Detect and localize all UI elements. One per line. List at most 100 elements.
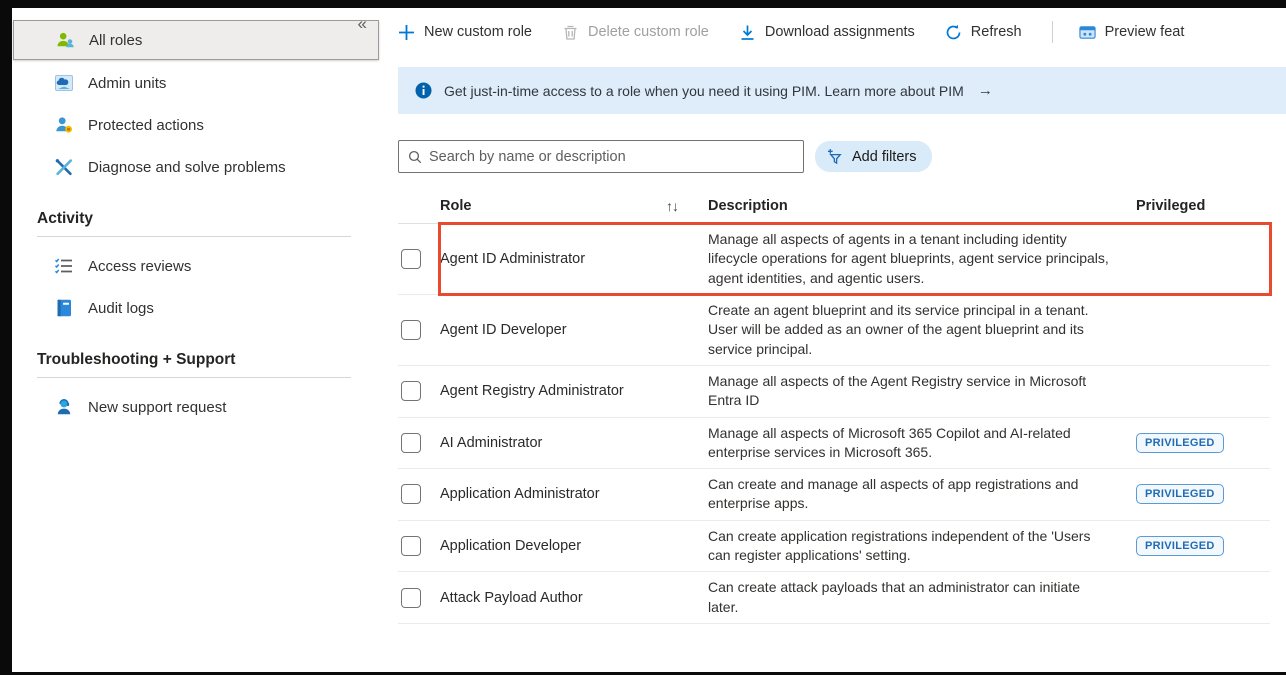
privileged-cell: PRIVILEGED: [1136, 433, 1270, 453]
trash-icon: [562, 24, 579, 41]
roles-icon: [55, 30, 75, 50]
add-filters-label: Add filters: [852, 149, 916, 165]
sidebar: « All roles Admin units Protected actions D…: [12, 8, 387, 672]
new-custom-role-label: New custom role: [424, 24, 532, 40]
plus-icon: [398, 24, 415, 41]
access-reviews-icon: [54, 256, 74, 276]
row-checkbox[interactable]: [401, 536, 421, 556]
table-row: Attack Payload AuthorCan create attack p…: [398, 572, 1270, 624]
new-custom-role-button[interactable]: New custom role: [398, 24, 532, 41]
row-checkbox[interactable]: [401, 484, 421, 504]
role-name-cell[interactable]: Agent ID Developer: [440, 322, 708, 338]
add-filter-icon: [827, 148, 844, 165]
table-row: Application DeveloperCan create applicat…: [398, 521, 1270, 573]
role-description-cell: Manage all aspects of the Agent Registry…: [708, 372, 1136, 411]
role-name-cell[interactable]: Agent Registry Administrator: [440, 383, 708, 399]
sidebar-item-diagnose-and-solve-problems[interactable]: Diagnose and solve problems: [12, 146, 387, 188]
section-divider: [37, 236, 351, 237]
row-checkbox[interactable]: [401, 588, 421, 608]
row-checkbox-cell: [398, 295, 440, 365]
sidebar-item-label: Protected actions: [88, 117, 204, 134]
role-name-cell[interactable]: Application Developer: [440, 538, 708, 554]
column-header-role[interactable]: Role: [440, 198, 666, 214]
support-icon: [54, 397, 74, 417]
column-header-privileged[interactable]: Privileged: [1136, 198, 1270, 214]
sidebar-item-access-reviews[interactable]: Access reviews: [12, 245, 387, 287]
privileged-header-label: Privileged: [1136, 198, 1205, 214]
row-content: Attack Payload AuthorCan create attack p…: [440, 572, 1270, 623]
preview-features-button[interactable]: Preview feat: [1079, 24, 1185, 41]
row-checkbox[interactable]: [401, 433, 421, 453]
sidebar-section-troubleshooting-support: Troubleshooting + Support: [12, 329, 387, 377]
row-checkbox-cell: [398, 469, 440, 520]
row-checkbox[interactable]: [401, 320, 421, 340]
search-box: [398, 140, 804, 173]
search-icon: [408, 150, 422, 164]
role-name-cell[interactable]: Attack Payload Author: [440, 590, 708, 606]
table-row: Agent ID DeveloperCreate an agent bluepr…: [398, 295, 1270, 366]
role-header-label: Role: [440, 198, 471, 214]
delete-custom-role-label: Delete custom role: [588, 24, 709, 40]
diagnose-icon: [54, 157, 74, 177]
row-checkbox-cell: [398, 521, 440, 572]
toolbar-separator: [1052, 21, 1053, 43]
sort-icon[interactable]: ↑↓: [666, 198, 708, 214]
role-name-cell[interactable]: Agent ID Administrator: [440, 251, 708, 267]
privileged-badge: PRIVILEGED: [1136, 484, 1224, 504]
protected-actions-icon: [54, 115, 74, 135]
row-content: Agent ID DeveloperCreate an agent bluepr…: [440, 295, 1270, 365]
row-checkbox[interactable]: [401, 249, 421, 269]
app-window: « All roles Admin units Protected actions D…: [12, 8, 1286, 672]
sidebar-item-audit-logs[interactable]: Audit logs: [12, 287, 387, 329]
role-description-cell: Can create attack payloads that an admin…: [708, 578, 1136, 617]
role-name-cell[interactable]: Application Administrator: [440, 486, 708, 502]
pim-banner-text: Get just-in-time access to a role when y…: [444, 83, 964, 99]
sidebar-item-protected-actions[interactable]: Protected actions: [12, 104, 387, 146]
column-header-description[interactable]: Description: [708, 198, 1136, 214]
description-header-label: Description: [708, 198, 788, 214]
privileged-cell: PRIVILEGED: [1136, 484, 1270, 504]
delete-custom-role-button[interactable]: Delete custom role: [562, 24, 709, 41]
pim-info-banner: Get just-in-time access to a role when y…: [398, 67, 1286, 114]
table-row: Application AdministratorCan create and …: [398, 469, 1270, 521]
highlight-box: Agent ID AdministratorManage all aspects…: [440, 224, 1270, 294]
row-content: Application AdministratorCan create and …: [440, 469, 1270, 520]
row-checkbox-cell: [398, 418, 440, 469]
privileged-badge: PRIVILEGED: [1136, 433, 1224, 453]
filter-row: Add filters: [398, 140, 1286, 173]
pim-learn-more-arrow[interactable]: →: [978, 82, 993, 99]
sidebar-item-new-support-request[interactable]: New support request: [12, 386, 387, 428]
sidebar-item-admin-units[interactable]: Admin units: [12, 62, 387, 104]
download-assignments-button[interactable]: Download assignments: [739, 24, 915, 41]
table-row: AI AdministratorManage all aspects of Mi…: [398, 418, 1270, 470]
role-description-cell: Manage all aspects of agents in a tenant…: [708, 230, 1136, 288]
sidebar-item-label: Admin units: [88, 75, 166, 92]
row-checkbox-cell: [398, 572, 440, 623]
admin-units-icon: [54, 73, 74, 93]
row-content: AI AdministratorManage all aspects of Mi…: [440, 418, 1270, 469]
preview-features-icon: [1079, 24, 1096, 41]
search-input[interactable]: [429, 149, 794, 165]
section-divider: [37, 377, 351, 378]
add-filters-button[interactable]: Add filters: [815, 141, 932, 172]
row-checkbox-cell: [398, 366, 440, 417]
preview-features-label: Preview feat: [1105, 24, 1185, 40]
refresh-button[interactable]: Refresh: [945, 24, 1022, 41]
toolbar: New custom role Delete custom role Downl…: [398, 10, 1286, 54]
row-checkbox[interactable]: [401, 381, 421, 401]
sidebar-section-activity: Activity: [12, 188, 387, 236]
download-icon: [739, 24, 756, 41]
download-assignments-label: Download assignments: [765, 24, 915, 40]
row-content: Agent Registry AdministratorManage all a…: [440, 366, 1270, 417]
info-icon: [415, 82, 432, 99]
table-row: Agent Registry AdministratorManage all a…: [398, 366, 1270, 418]
role-description-cell: Can create and manage all aspects of app…: [708, 475, 1136, 514]
role-name-cell[interactable]: AI Administrator: [440, 435, 708, 451]
main-content: New custom role Delete custom role Downl…: [387, 8, 1286, 672]
sidebar-item-label: New support request: [88, 399, 226, 416]
row-content: Application DeveloperCan create applicat…: [440, 521, 1270, 572]
table-body: Agent ID AdministratorManage all aspects…: [398, 224, 1270, 624]
privileged-cell: PRIVILEGED: [1136, 536, 1270, 556]
sidebar-item-all-roles[interactable]: All roles: [13, 20, 379, 60]
sidebar-collapse-icon[interactable]: «: [358, 14, 365, 34]
